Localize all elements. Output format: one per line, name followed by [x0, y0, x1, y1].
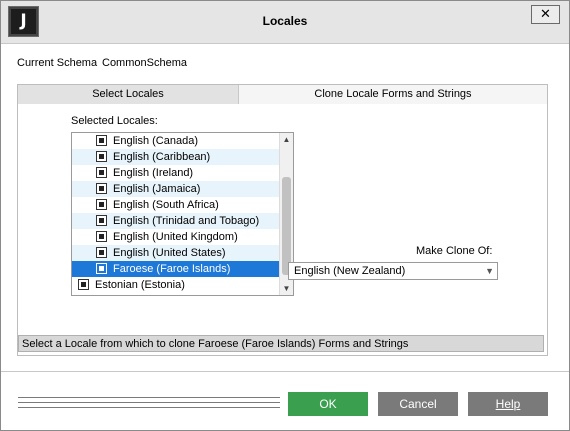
cancel-button[interactable]: Cancel — [378, 392, 458, 416]
list-item-label: English (Canada) — [113, 135, 198, 147]
list-item[interactable]: English (Ireland) — [72, 165, 279, 181]
list-item[interactable]: Estonian (Estonia) — [72, 277, 279, 293]
list-item-label: Faroese (Faroe Islands) — [113, 263, 231, 275]
scroll-down-arrow-icon[interactable]: ▼ — [280, 282, 293, 295]
chevron-down-icon[interactable]: ▼ — [485, 263, 494, 279]
footer-divider — [1, 371, 569, 372]
status-bar: Select a Locale from which to clone Faro… — [18, 335, 544, 352]
checkbox[interactable] — [78, 278, 89, 290]
checkbox[interactable] — [96, 150, 107, 162]
list-item-label: English (United States) — [113, 247, 226, 259]
grip-line — [18, 402, 280, 403]
list-item[interactable]: English (Jamaica) — [72, 181, 279, 197]
checkbox[interactable] — [96, 198, 107, 210]
tab-clone-locale-forms[interactable]: Clone Locale Forms and Strings — [239, 85, 547, 104]
list-item-label: English (Ireland) — [113, 167, 194, 179]
checkbox[interactable] — [96, 134, 107, 146]
make-clone-of-dropdown[interactable]: English (New Zealand) ▼ — [288, 262, 498, 280]
list-item[interactable]: English (United Kingdom) — [72, 229, 279, 245]
list-item[interactable]: English (United States) — [72, 245, 279, 261]
selected-locales-list[interactable]: English (Canada) English (Caribbean) Eng… — [71, 132, 294, 296]
checkbox[interactable] — [96, 214, 107, 226]
list-item[interactable]: English (Trinidad and Tobago) — [72, 213, 279, 229]
locales-dialog: J Locales ✕ Current Schema CommonSchema … — [0, 0, 570, 431]
tab-select-locales[interactable]: Select Locales — [18, 85, 239, 104]
title-bar: J Locales ✕ — [1, 1, 569, 44]
checkbox[interactable] — [96, 182, 107, 194]
help-button[interactable]: Help — [468, 392, 548, 416]
list-item[interactable]: English (South Africa) — [72, 197, 279, 213]
grip-line — [18, 407, 280, 408]
list-item-label: English (Jamaica) — [113, 183, 201, 195]
list-item-label: Estonian (Estonia) — [95, 279, 185, 291]
selected-locales-label: Selected Locales: — [71, 115, 158, 127]
dropdown-value: English (New Zealand) — [294, 265, 406, 277]
list-item-label: English (Trinidad and Tobago) — [113, 215, 260, 227]
resize-grip-lines — [18, 397, 280, 412]
current-schema-value: CommonSchema — [102, 57, 187, 69]
close-button[interactable]: ✕ — [531, 5, 560, 24]
dialog-title: Locales — [262, 14, 308, 28]
list-item-label: English (Caribbean) — [113, 151, 211, 163]
make-clone-of-label: Make Clone Of: — [416, 245, 493, 257]
scroll-up-arrow-icon[interactable]: ▲ — [280, 133, 293, 146]
list-item-label: English (South Africa) — [113, 199, 219, 211]
grip-line — [18, 397, 280, 398]
ok-button[interactable]: OK — [288, 392, 368, 416]
checkbox[interactable] — [96, 166, 107, 178]
list-item-label: English (United Kingdom) — [113, 231, 238, 243]
checkbox[interactable] — [96, 246, 107, 258]
scrollbar-thumb[interactable] — [282, 177, 291, 275]
list-item[interactable]: English (Caribbean) — [72, 149, 279, 165]
list-item-selected[interactable]: Faroese (Faroe Islands) — [72, 261, 279, 277]
current-schema-label: Current Schema — [17, 57, 98, 69]
checkbox[interactable] — [96, 262, 107, 274]
list-item[interactable]: English (Canada) — [72, 133, 279, 149]
checkbox[interactable] — [96, 230, 107, 242]
